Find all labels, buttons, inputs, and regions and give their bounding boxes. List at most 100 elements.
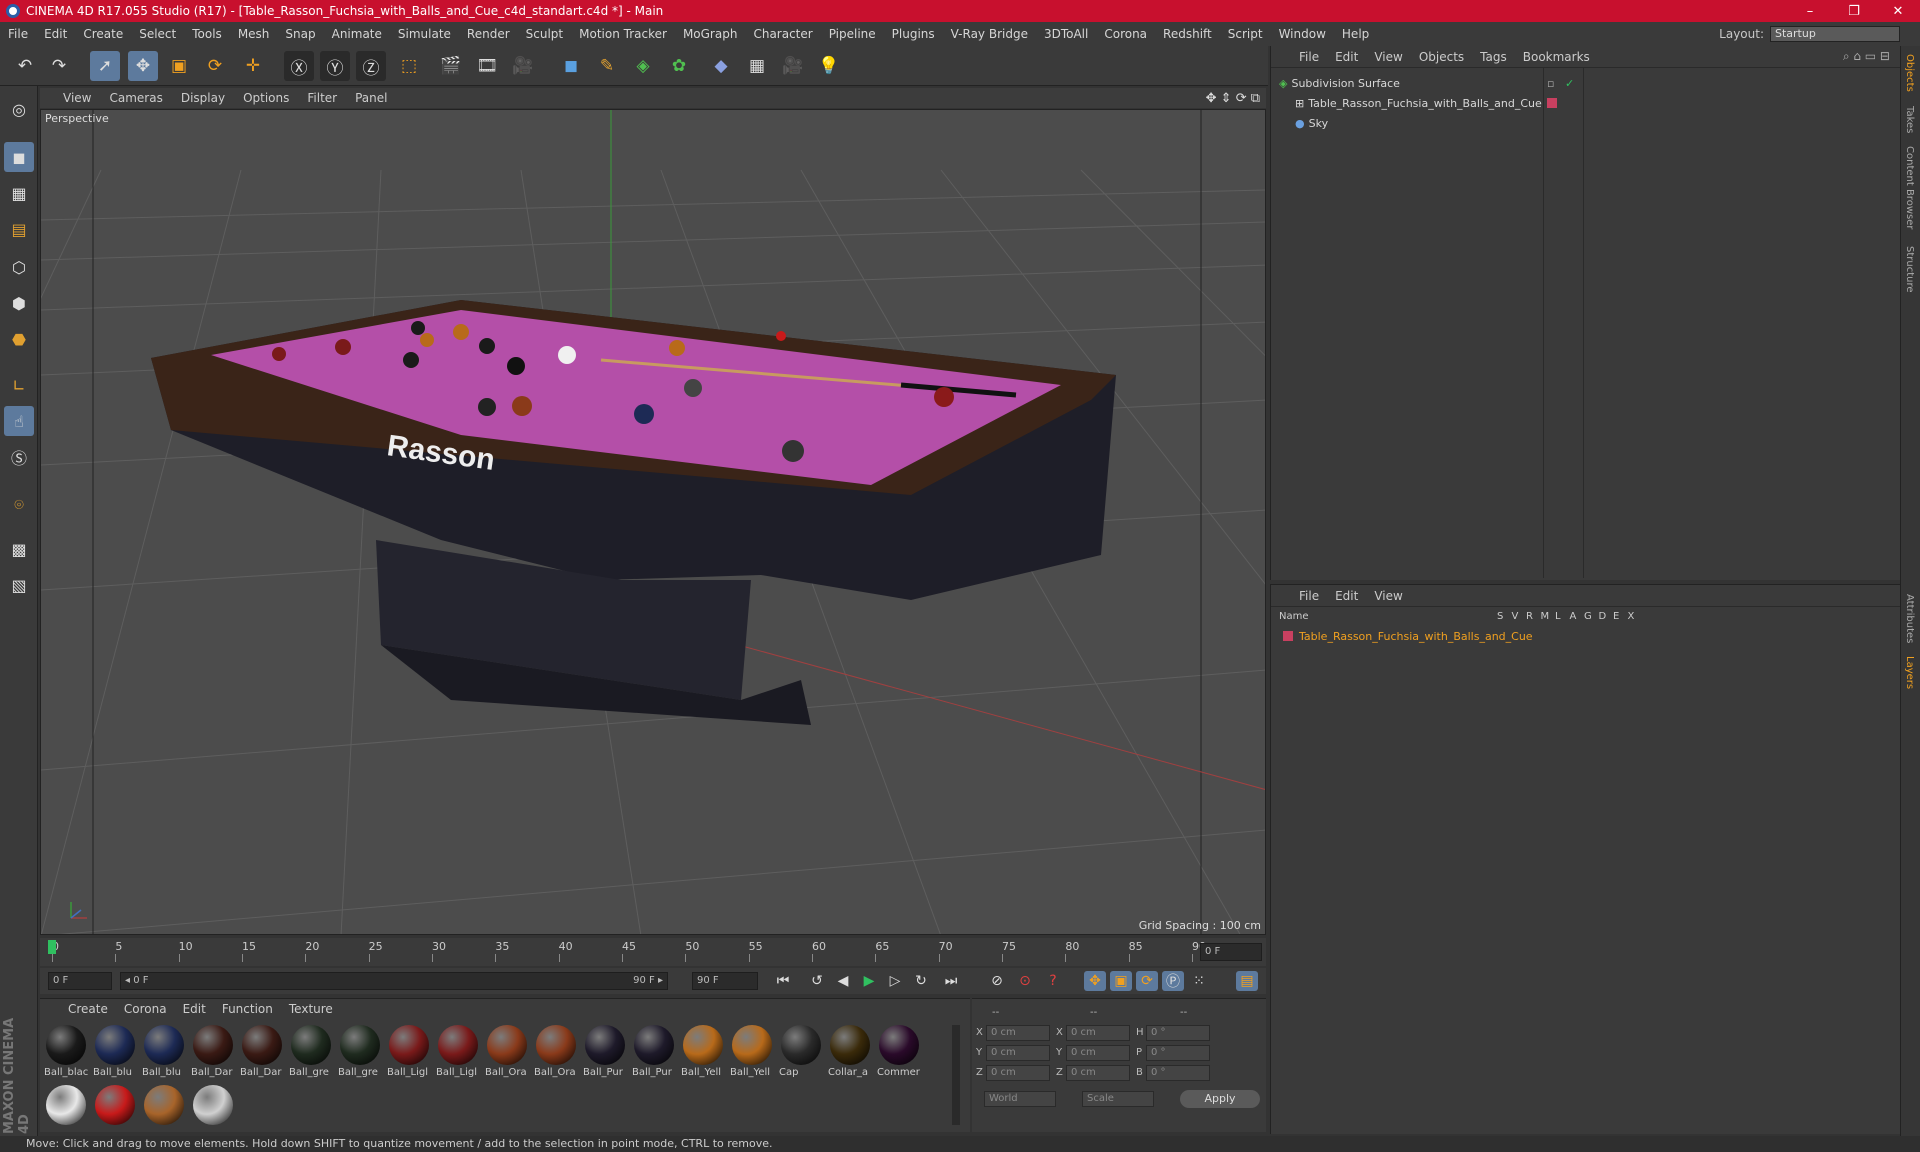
keyframe-help-icon[interactable]: ?: [1042, 971, 1064, 991]
array-icon[interactable]: ✿: [664, 51, 694, 81]
objects-menu-file[interactable]: File: [1291, 50, 1327, 64]
render-picture-viewer-icon[interactable]: 🎞: [472, 51, 502, 81]
material-swatch[interactable]: Ball_Ora: [532, 1023, 580, 1085]
make-editable-icon[interactable]: ◎: [4, 94, 34, 124]
material-swatch[interactable]: Ball_Pur: [630, 1023, 678, 1085]
close-button[interactable]: ✕: [1876, 4, 1920, 19]
object-row-sky[interactable]: ● Sky: [1279, 114, 1879, 132]
prev-key-icon[interactable]: ↺: [806, 971, 828, 991]
select-arrow-icon[interactable]: ➚: [90, 51, 120, 81]
timeline-ruler[interactable]: 051015202530354045505560657075808590 0 F: [40, 938, 1266, 966]
enabled-check-icon[interactable]: ✓: [1565, 77, 1574, 90]
menu-pipeline[interactable]: Pipeline: [821, 27, 884, 41]
polygons-mode-icon[interactable]: ⬣: [4, 324, 34, 354]
menu-corona[interactable]: Corona: [1096, 27, 1155, 41]
visibility-toggle[interactable]: ▫: [1547, 77, 1554, 90]
coord-value-field[interactable]: 0 °: [1146, 1045, 1210, 1061]
light-icon[interactable]: 💡: [814, 51, 844, 81]
menu-create[interactable]: Create: [75, 27, 131, 41]
layout-dropdown[interactable]: Startup: [1770, 26, 1900, 42]
rotate-icon[interactable]: ⟳: [200, 51, 230, 81]
prev-frame-icon[interactable]: ◀: [832, 971, 854, 991]
menu-edit[interactable]: Edit: [36, 27, 75, 41]
coord-value-field[interactable]: 0 cm: [986, 1065, 1050, 1081]
deformer-icon[interactable]: ◆: [706, 51, 736, 81]
viewport-menu-filter[interactable]: Filter: [298, 91, 346, 105]
material-swatch[interactable]: Ball_Yell: [679, 1023, 727, 1085]
menu-window[interactable]: Window: [1271, 27, 1334, 41]
material-swatch[interactable]: Ball_gre: [336, 1023, 384, 1085]
layer-column-header[interactable]: V: [1512, 611, 1519, 622]
material-scrollbar[interactable]: [952, 1025, 960, 1125]
material-swatch[interactable]: Ball_Ligl: [434, 1023, 482, 1085]
menu-motion-tracker[interactable]: Motion Tracker: [571, 27, 675, 41]
move-icon[interactable]: ✥: [128, 51, 158, 81]
layer-column-header[interactable]: X: [1628, 611, 1635, 622]
tweak-mode-icon[interactable]: ☝: [4, 406, 34, 436]
object-row-table[interactable]: ⊞ Table_Rasson_Fuchsia_with_Balls_and_Cu…: [1279, 94, 1879, 112]
edges-mode-icon[interactable]: ⬢: [4, 288, 34, 318]
material-menu-corona[interactable]: Corona: [116, 1002, 175, 1016]
coord-value-field[interactable]: 0 cm: [1066, 1025, 1130, 1041]
layers-menu-view[interactable]: View: [1366, 589, 1410, 603]
subdivision-icon[interactable]: ◈: [628, 51, 658, 81]
apply-button[interactable]: Apply: [1180, 1090, 1260, 1108]
viewport-menu-display[interactable]: Display: [172, 91, 234, 105]
objects-menu-objects[interactable]: Objects: [1411, 50, 1472, 64]
coord-value-field[interactable]: 0 cm: [1066, 1045, 1130, 1061]
coord-value-field[interactable]: 0 cm: [986, 1025, 1050, 1041]
tab-content-browser[interactable]: Content Browser: [1904, 146, 1915, 229]
coord-value-field[interactable]: 0 cm: [986, 1045, 1050, 1061]
end-frame-field[interactable]: 90 F: [692, 972, 758, 990]
key-scale-icon[interactable]: ▣: [1110, 971, 1132, 991]
timeline-window-icon[interactable]: ▤: [1236, 971, 1258, 991]
layer-column-header[interactable]: G: [1584, 611, 1592, 622]
viewport-menu-options[interactable]: Options: [234, 91, 298, 105]
model-mode-icon[interactable]: ◼: [4, 142, 34, 172]
objects-menu-view[interactable]: View: [1366, 50, 1410, 64]
workplane-icon[interactable]: ▤: [4, 214, 34, 244]
axis-mode-icon[interactable]: ∟: [4, 370, 34, 400]
material-swatch[interactable]: Ball_blac: [42, 1023, 90, 1085]
coord-mode-dropdown[interactable]: World: [984, 1091, 1056, 1107]
tab-objects[interactable]: Objects: [1904, 54, 1915, 92]
menu-redshift[interactable]: Redshift: [1155, 27, 1220, 41]
goto-end-icon[interactable]: ⏭: [940, 971, 962, 991]
viewport-menu-view[interactable]: View: [54, 91, 100, 105]
objects-menu-bookmarks[interactable]: Bookmarks: [1515, 50, 1598, 64]
scale-icon[interactable]: ▣: [164, 51, 194, 81]
goto-start-icon[interactable]: ⏮: [772, 971, 794, 991]
undo-icon[interactable]: ↶: [10, 51, 40, 81]
menu-character[interactable]: Character: [745, 27, 820, 41]
layers-menu-file[interactable]: File: [1291, 589, 1327, 603]
x-axis-icon[interactable]: Ⓧ: [284, 51, 314, 81]
workplane-lock-icon[interactable]: ▩: [4, 534, 34, 564]
playhead[interactable]: [48, 940, 56, 954]
redo-icon[interactable]: ↷: [44, 51, 74, 81]
material-swatch[interactable]: Ball_blu: [91, 1023, 139, 1085]
material-swatch[interactable]: Cap: [777, 1023, 825, 1085]
floor-icon[interactable]: ▦: [742, 51, 772, 81]
layer-column-header[interactable]: R: [1526, 611, 1533, 622]
points-mode-icon[interactable]: ⬡: [4, 252, 34, 282]
material-swatch[interactable]: Collar_a: [826, 1023, 874, 1085]
tab-layers[interactable]: Layers: [1904, 656, 1915, 689]
render-view-icon[interactable]: 🎬: [436, 51, 466, 81]
pen-spline-icon[interactable]: ✎: [592, 51, 622, 81]
tab-takes[interactable]: Takes: [1904, 106, 1915, 133]
material-swatch[interactable]: Ball_blu: [140, 1023, 188, 1085]
maximize-button[interactable]: ❐: [1832, 4, 1876, 19]
menu-vray-bridge[interactable]: V-Ray Bridge: [943, 27, 1036, 41]
material-swatch[interactable]: Commer: [875, 1023, 923, 1085]
viewport-nav-icons[interactable]: ✥ ⇕ ⟳ ⧉: [1206, 91, 1266, 106]
menu-mograph[interactable]: MoGraph: [675, 27, 746, 41]
z-axis-icon[interactable]: Ⓩ: [356, 51, 386, 81]
layer-column-header[interactable]: S: [1497, 611, 1503, 622]
coord-value-field[interactable]: 0 °: [1146, 1025, 1210, 1041]
menu-select[interactable]: Select: [131, 27, 184, 41]
viewport-menu-panel[interactable]: Panel: [346, 91, 396, 105]
render-settings-icon[interactable]: 🎥: [508, 51, 538, 81]
viewport-menu-cameras[interactable]: Cameras: [100, 91, 171, 105]
coordinate-system-icon[interactable]: ⬚: [394, 51, 424, 81]
material-menu-function[interactable]: Function: [214, 1002, 281, 1016]
